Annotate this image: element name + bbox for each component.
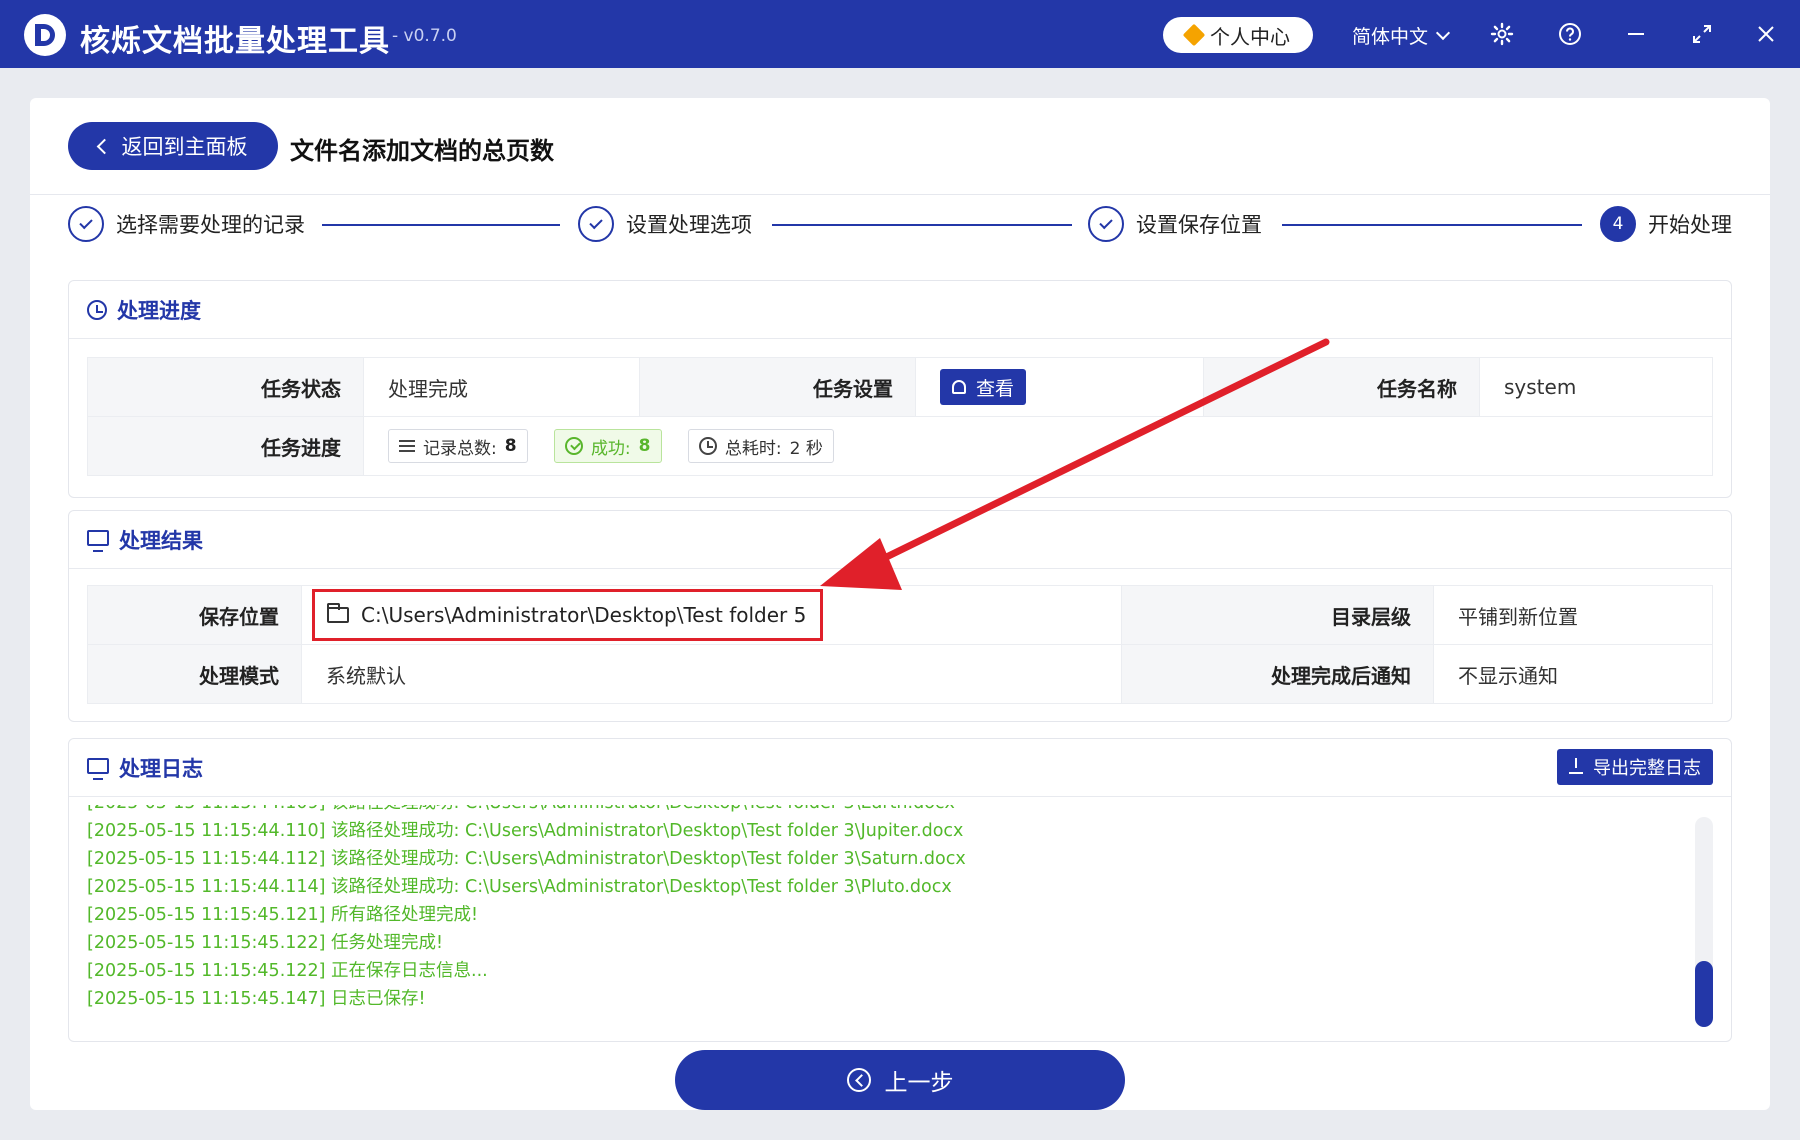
- step-connector: [322, 224, 560, 226]
- step-4: 4 开始处理: [1600, 206, 1732, 242]
- main-card: 返回到主面板 文件名添加文档的总页数 选择需要处理的记录 设置处理选项 设置保存…: [30, 98, 1770, 1110]
- task-progress-label: 任务进度: [87, 416, 364, 476]
- minimize-icon[interactable]: [1622, 20, 1650, 48]
- result-panel: 处理结果 保存位置 C:\Users\Administrator\Desktop…: [68, 510, 1732, 722]
- help-icon[interactable]: [1556, 20, 1584, 48]
- app-logo-icon: [24, 14, 66, 56]
- dir-level-value: 平铺到新位置: [1433, 585, 1713, 645]
- log-line: [2025-05-15 11:15:44.112] 该路径处理成功: C:\Us…: [87, 849, 966, 869]
- step-2-label: 设置处理选项: [626, 213, 752, 237]
- log-list[interactable]: [2025-05-15 11:15:44.109] 该路径处理成功: C:\Us…: [87, 805, 1687, 1015]
- success-tag: 成功: 8: [553, 429, 662, 463]
- step-3: 设置保存位置: [1088, 206, 1262, 242]
- list-icon: [399, 440, 415, 452]
- check-icon: [578, 206, 614, 242]
- save-location-value: C:\Users\Administrator\Desktop\Test fold…: [361, 603, 807, 627]
- language-label: 简体中文: [1352, 26, 1429, 48]
- progress-panel: 处理进度 任务状态 处理完成 任务设置 查看 任务名称 system 任务进度: [68, 280, 1732, 498]
- log-scrollbar-thumb[interactable]: [1695, 961, 1713, 1027]
- alarm-icon: [952, 380, 966, 394]
- clock-icon: [698, 437, 717, 455]
- log-line: [2025-05-15 11:15:45.121] 所有路径处理完成!: [87, 905, 479, 925]
- log-panel-title: 处理日志: [119, 756, 203, 781]
- clock-icon: [87, 299, 107, 320]
- step-2: 设置处理选项: [578, 206, 752, 242]
- task-status-value: 处理完成: [363, 357, 640, 417]
- page-title: 文件名添加文档的总页数: [290, 137, 554, 165]
- result-panel-title: 处理结果: [119, 528, 203, 553]
- step-connector: [772, 224, 1072, 226]
- user-center-button[interactable]: 个人中心: [1163, 17, 1313, 53]
- success-label: 成功:: [590, 438, 631, 459]
- log-line: [2025-05-15 11:15:44.110] 该路径处理成功: C:\Us…: [87, 821, 964, 841]
- task-settings-label: 任务设置: [639, 357, 916, 417]
- progress-table: 任务状态 处理完成 任务设置 查看 任务名称 system 任务进度 记录总数:…: [87, 357, 1713, 476]
- app-title: 核烁文档批量处理工具: [80, 24, 390, 59]
- mode-value: 系统默认: [301, 644, 1122, 704]
- log-line: [2025-05-15 11:15:45.147] 日志已保存!: [87, 989, 426, 1009]
- view-button-label: 查看: [976, 377, 1015, 400]
- step-1-label: 选择需要处理的记录: [116, 213, 305, 237]
- app-version: - v0.7.0: [392, 26, 457, 46]
- log-line: [2025-05-15 11:15:44.109] 该路径处理成功: C:\Us…: [87, 805, 1687, 817]
- save-location-label: 保存位置: [87, 585, 302, 645]
- elapsed-tag: 总耗时: 2 秒: [687, 429, 834, 463]
- log-line: [2025-05-15 11:15:44.114] 该路径处理成功: C:\Us…: [87, 877, 952, 897]
- export-log-button[interactable]: 导出完整日志: [1557, 749, 1713, 785]
- mode-label: 处理模式: [87, 644, 302, 704]
- check-icon: [68, 206, 104, 242]
- log-scrollbar[interactable]: [1695, 817, 1713, 1027]
- close-icon[interactable]: [1752, 20, 1780, 48]
- total-records-tag: 记录总数: 8: [388, 429, 528, 463]
- total-records-label: 记录总数:: [423, 438, 497, 459]
- monitor-icon: [87, 757, 109, 780]
- log-line: [2025-05-15 11:15:45.122] 正在保存日志信息...: [87, 961, 488, 981]
- folder-open-icon: [327, 603, 349, 623]
- task-status-label: 任务状态: [87, 357, 364, 417]
- maximize-icon[interactable]: [1688, 20, 1716, 48]
- success-value: 8: [638, 436, 651, 456]
- elapsed-label: 总耗时:: [724, 438, 782, 459]
- save-location-path[interactable]: C:\Users\Administrator\Desktop\Test fold…: [312, 589, 824, 641]
- step-4-label: 开始处理: [1648, 213, 1732, 237]
- header-divider: [30, 194, 1770, 195]
- log-line: [2025-05-15 11:15:45.122] 任务处理完成!: [87, 933, 444, 953]
- monitor-icon: [87, 529, 109, 552]
- diamond-icon: [1182, 23, 1206, 47]
- step-connector: [1282, 224, 1582, 226]
- log-panel-header: 处理日志 导出完整日志: [69, 739, 1731, 797]
- chevron-left-icon: [96, 138, 112, 154]
- step-1: 选择需要处理的记录: [68, 206, 305, 242]
- progress-panel-title: 处理进度: [117, 298, 201, 323]
- language-select[interactable]: 简体中文: [1352, 22, 1451, 49]
- view-settings-button[interactable]: 查看: [940, 369, 1027, 405]
- settings-gear-icon[interactable]: [1488, 20, 1516, 48]
- export-button-label: 导出完整日志: [1593, 758, 1701, 779]
- back-to-dashboard-button[interactable]: 返回到主面板: [68, 122, 278, 170]
- chevron-down-icon: [1435, 25, 1451, 40]
- notify-label: 处理完成后通知: [1121, 644, 1434, 704]
- dir-level-label: 目录层级: [1121, 585, 1434, 645]
- step-3-label: 设置保存位置: [1136, 213, 1262, 237]
- previous-step-label: 上一步: [884, 1070, 954, 1096]
- total-records-value: 8: [504, 436, 517, 456]
- task-name-value: system: [1479, 357, 1713, 417]
- log-panel: 处理日志 导出完整日志 [2025-05-15 11:15:44.109] 该路…: [68, 738, 1732, 1042]
- check-icon: [1088, 206, 1124, 242]
- result-panel-header: 处理结果: [69, 511, 1731, 569]
- user-center-label: 个人中心: [1210, 24, 1290, 49]
- previous-step-button[interactable]: 上一步: [675, 1050, 1125, 1110]
- notify-value: 不显示通知: [1433, 644, 1713, 704]
- title-bar: 核烁文档批量处理工具 - v0.7.0 个人中心 简体中文: [0, 0, 1800, 68]
- step-4-number: 4: [1600, 206, 1636, 242]
- chevron-left-circle-icon: [846, 1068, 871, 1092]
- result-table: 保存位置 C:\Users\Administrator\Desktop\Test…: [87, 585, 1713, 704]
- check-circle-icon: [564, 437, 583, 455]
- task-name-label: 任务名称: [1203, 357, 1480, 417]
- progress-panel-header: 处理进度: [69, 281, 1731, 339]
- elapsed-value: 2 秒: [789, 438, 823, 459]
- download-icon: [1569, 758, 1583, 774]
- back-button-label: 返回到主面板: [121, 135, 248, 159]
